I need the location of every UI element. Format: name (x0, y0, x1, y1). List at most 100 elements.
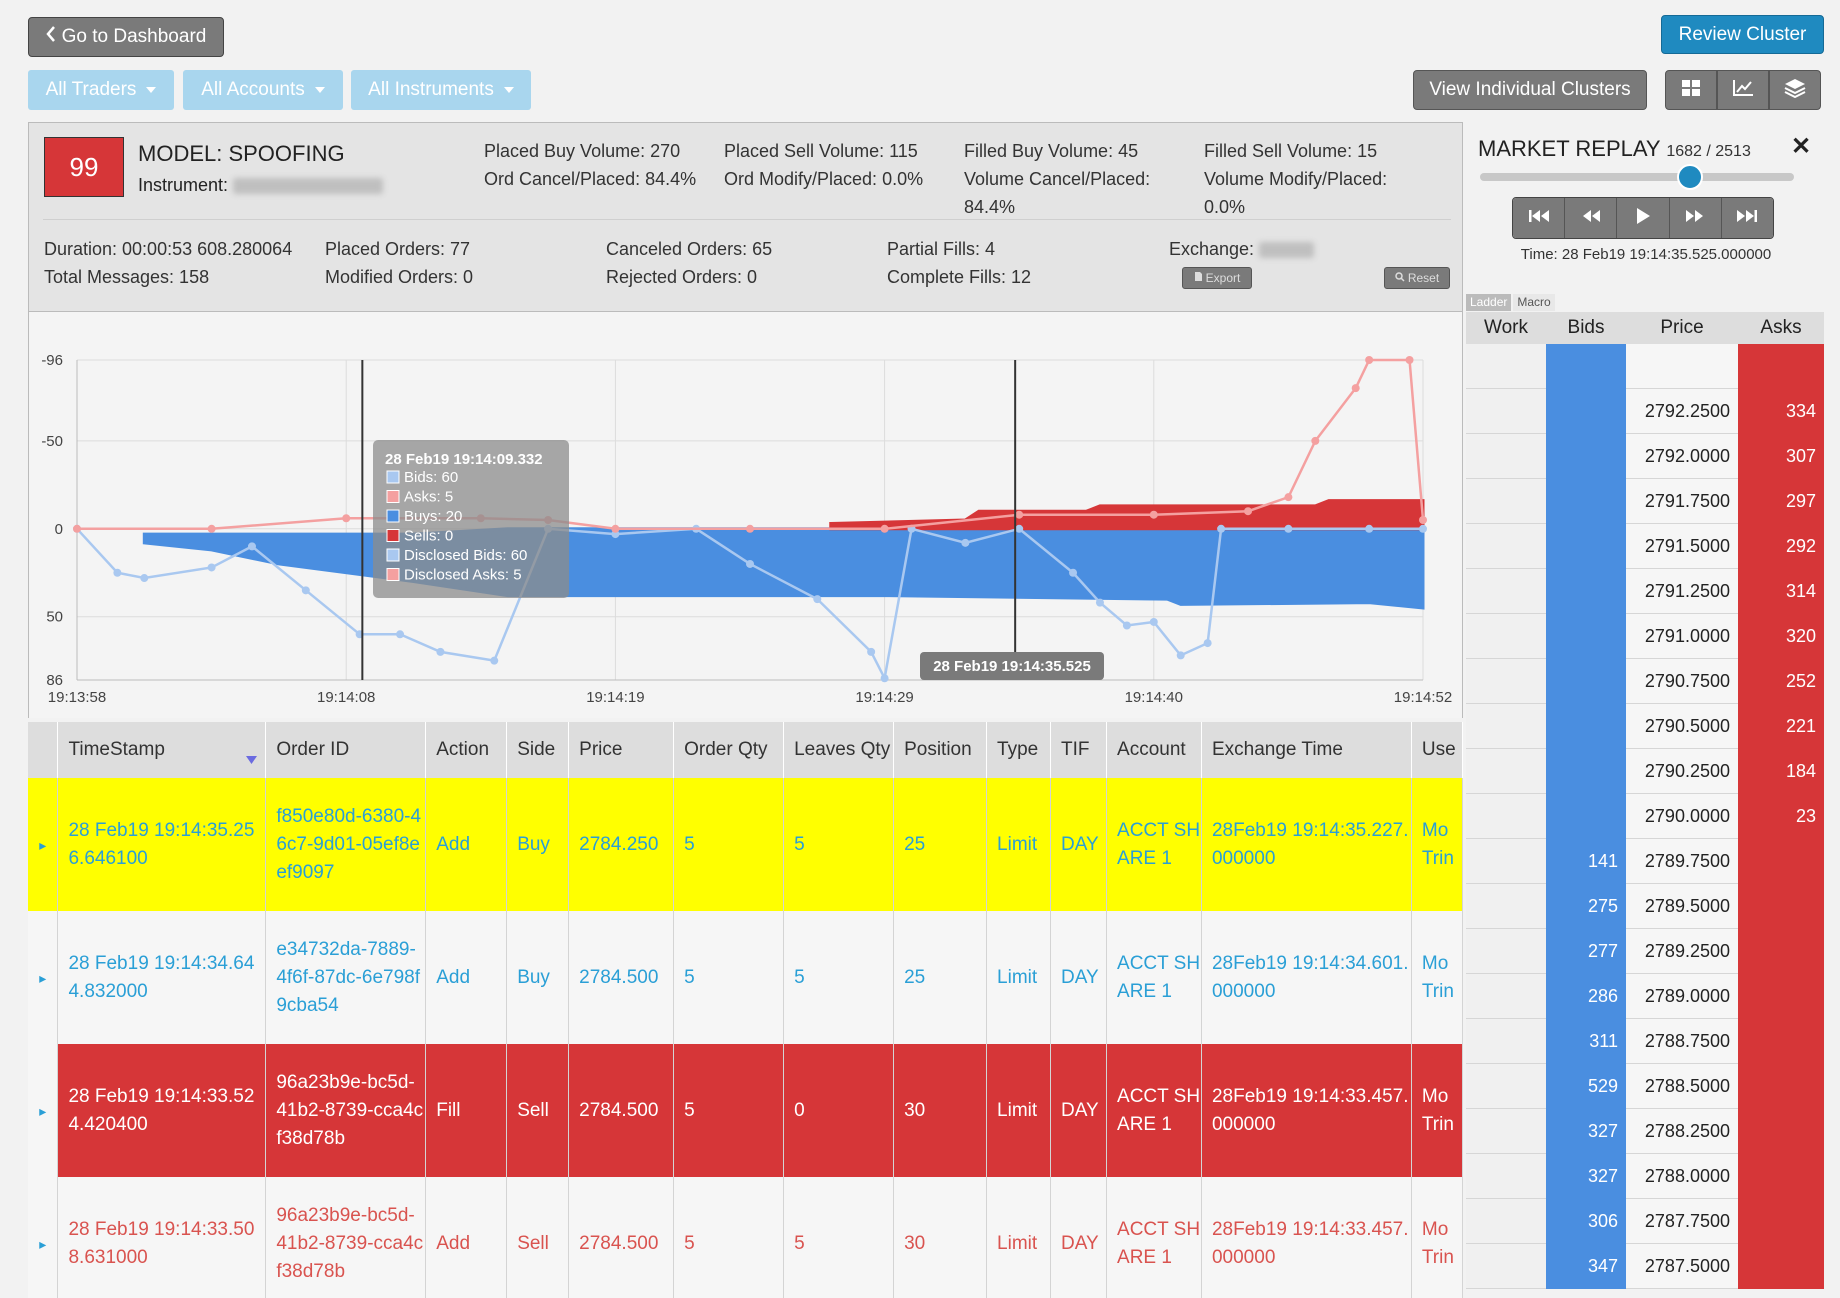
expand-row-icon[interactable]: ▸ (28, 1044, 59, 1177)
cell-leaves-qty: 5 (783, 1177, 895, 1298)
skip-back-button[interactable] (1513, 198, 1566, 238)
ladder-row[interactable]: 141 2789.7500 (1466, 839, 1824, 884)
rewind-button[interactable] (1565, 198, 1618, 238)
stat-placed-buy: Placed Buy Volume: 270 Ord Cancel/Placed:… (484, 141, 697, 189)
stat-filled-sell: Filled Sell Volume: 15 Volume Modify/Plac… (1204, 141, 1388, 217)
close-icon[interactable]: ✕ (1791, 132, 1811, 161)
model-title: MODEL: SPOOFING (138, 141, 345, 166)
order-activity-chart[interactable]: 19:13:58 19:14:08 19:14:19 19:14:29 19:14:40… (28, 312, 1463, 718)
table-row[interactable]: ▸ 28 Feb19 19:14:33.508.631000 96a23b9e-bc… (28, 1177, 1463, 1298)
ladder-row[interactable]: 327 2788.2500 (1466, 1109, 1824, 1154)
caret-down-icon (503, 87, 514, 93)
chart-view-button[interactable] (1717, 70, 1769, 110)
ladder-work (1466, 704, 1546, 749)
replay-slider-track[interactable] (1480, 173, 1794, 181)
table-row[interactable]: ▸ 28 Feb19 19:14:34.644.832000 e34732da-78… (28, 911, 1463, 1044)
ladder-row[interactable]: 2791.0000 320 (1466, 614, 1824, 659)
filter-traders-dropdown[interactable]: All Traders (28, 70, 174, 110)
table-row[interactable]: ▸ 28 Feb19 19:14:35.256.646100 f850e80d-63… (28, 778, 1463, 911)
tooltip-swatch (386, 529, 400, 542)
column-header-price[interactable]: Price (568, 722, 675, 778)
table-row[interactable]: ▸ 28 Feb19 19:14:33.524.420400 96a23b9e-bc… (28, 1044, 1463, 1177)
column-header-order-qty[interactable]: Order Qty (673, 722, 785, 778)
ladder-row[interactable]: 275 2789.5000 (1466, 884, 1824, 929)
ladder-row[interactable]: 2791.2500 314 (1466, 569, 1824, 614)
go-to-dashboard-button[interactable]: Go to Dashboard (28, 17, 224, 57)
ladder-row[interactable]: 2790.7500 252 (1466, 659, 1824, 704)
chart-canvas[interactable]: 19:13:58 19:14:08 19:14:19 19:14:29 19:14:40… (29, 312, 1464, 718)
ladder-ask: 334 (1738, 389, 1824, 434)
ladder-row[interactable]: 529 2788.5000 (1466, 1064, 1824, 1109)
ladder-row[interactable]: 2791.7500 297 (1466, 479, 1824, 524)
ladder-work (1466, 1064, 1546, 1109)
ladder-row[interactable]: 327 2788.0000 (1466, 1154, 1824, 1199)
expand-row-icon[interactable]: ▸ (28, 778, 59, 911)
column-header-side[interactable]: Side (506, 722, 570, 778)
tab-ladder[interactable]: Ladder (1466, 294, 1512, 311)
orders-table: TimeStamp Order ID Action Side Price Ord… (28, 722, 1463, 1298)
ladder-row[interactable]: 2790.2500 184 (1466, 749, 1824, 794)
cell-action: Fill (425, 1044, 508, 1177)
cell-position: 30 (893, 1044, 988, 1177)
series-asks-point (746, 524, 754, 533)
x-tick-label: 19:14:52 (1394, 689, 1452, 706)
column-header-timestamp[interactable]: TimeStamp (57, 722, 267, 778)
column-header-account[interactable]: Account (1106, 722, 1202, 778)
column-header-user[interactable]: Use (1411, 722, 1463, 778)
column-header-tif[interactable]: TIF (1050, 722, 1108, 778)
layers-view-button[interactable] (1769, 70, 1821, 110)
ladder-row[interactable]: 347 2787.5000 (1466, 1244, 1824, 1289)
ladder-row[interactable]: 2792.0000 307 (1466, 434, 1824, 479)
expand-row-icon[interactable]: ▸ (28, 911, 59, 1044)
series-asks-point (73, 524, 81, 533)
play-button[interactable] (1617, 198, 1670, 238)
expand-row-icon[interactable]: ▸ (28, 1177, 59, 1298)
reset-button[interactable]: Reset (1384, 267, 1450, 289)
ladder-row[interactable]: 306 2787.7500 (1466, 1199, 1824, 1244)
view-individual-clusters-button[interactable]: View Individual Clusters (1413, 70, 1647, 110)
column-header-position[interactable]: Position (893, 722, 988, 778)
cell-position: 30 (893, 1177, 988, 1298)
ladder-row[interactable]: 277 2789.2500 (1466, 929, 1824, 974)
replay-controls (1512, 197, 1774, 239)
column-header-leaves-qty[interactable]: Leaves Qty (783, 722, 895, 778)
series-bids-point (961, 538, 970, 547)
ladder-row[interactable]: 2790.0000 23 (1466, 794, 1824, 839)
ladder-ask (1738, 1154, 1824, 1199)
ladder-ask: 221 (1738, 704, 1824, 749)
x-tick-label: 19:13:58 (48, 689, 106, 706)
cell-timestamp: 28 Feb19 19:14:34.644.832000 (57, 911, 267, 1044)
export-button[interactable]: Export (1182, 267, 1252, 289)
column-header-order-id[interactable]: Order ID (265, 722, 427, 778)
fast-forward-button[interactable] (1669, 198, 1722, 238)
ladder-row[interactable]: 286 2789.0000 (1466, 974, 1824, 1019)
cell-user: Mo Trin (1411, 1177, 1463, 1298)
ladder-row[interactable] (1466, 344, 1824, 389)
cell-exchange-time: 28Feb19 19:14:35.227.000000 (1201, 778, 1412, 911)
filter-accounts-dropdown[interactable]: All Accounts (183, 70, 343, 110)
ladder-bid: 529 (1546, 1064, 1626, 1109)
ladder-row[interactable]: 2790.5000 221 (1466, 704, 1824, 749)
grid-view-button[interactable] (1665, 70, 1717, 110)
filter-instruments-dropdown[interactable]: All Instruments (351, 70, 531, 110)
cell-order-id: e34732da-7889-4f6f-87dc-6e798f9cba54 (265, 911, 427, 1044)
column-header-action[interactable]: Action (425, 722, 508, 778)
ladder-bid: 277 (1546, 929, 1626, 974)
ladder-row[interactable]: 2791.5000 292 (1466, 524, 1824, 569)
column-header-exchange-time[interactable]: Exchange Time (1201, 722, 1412, 778)
column-header-type[interactable]: Type (986, 722, 1052, 778)
skip-forward-button[interactable] (1721, 198, 1773, 238)
cell-tif: DAY (1050, 911, 1108, 1044)
cell-order-id: f850e80d-6380-46c7-9d01-05ef8eef9097 (265, 778, 427, 911)
ladder-bid: 286 (1546, 974, 1626, 1019)
ladder-ask: 314 (1738, 569, 1824, 614)
y-tick-label: -96 (41, 352, 63, 369)
series-bids-point (396, 630, 405, 639)
ladder-row[interactable]: 2792.2500 334 (1466, 389, 1824, 434)
ladder-ask: 23 (1738, 794, 1824, 839)
review-cluster-button[interactable]: Review Cluster (1661, 15, 1824, 54)
ladder-row[interactable]: 311 2788.7500 (1466, 1019, 1824, 1064)
tooltip-swatch (386, 470, 400, 484)
tab-macro[interactable]: Macro (1513, 294, 1555, 311)
replay-slider-handle[interactable] (1677, 164, 1704, 190)
